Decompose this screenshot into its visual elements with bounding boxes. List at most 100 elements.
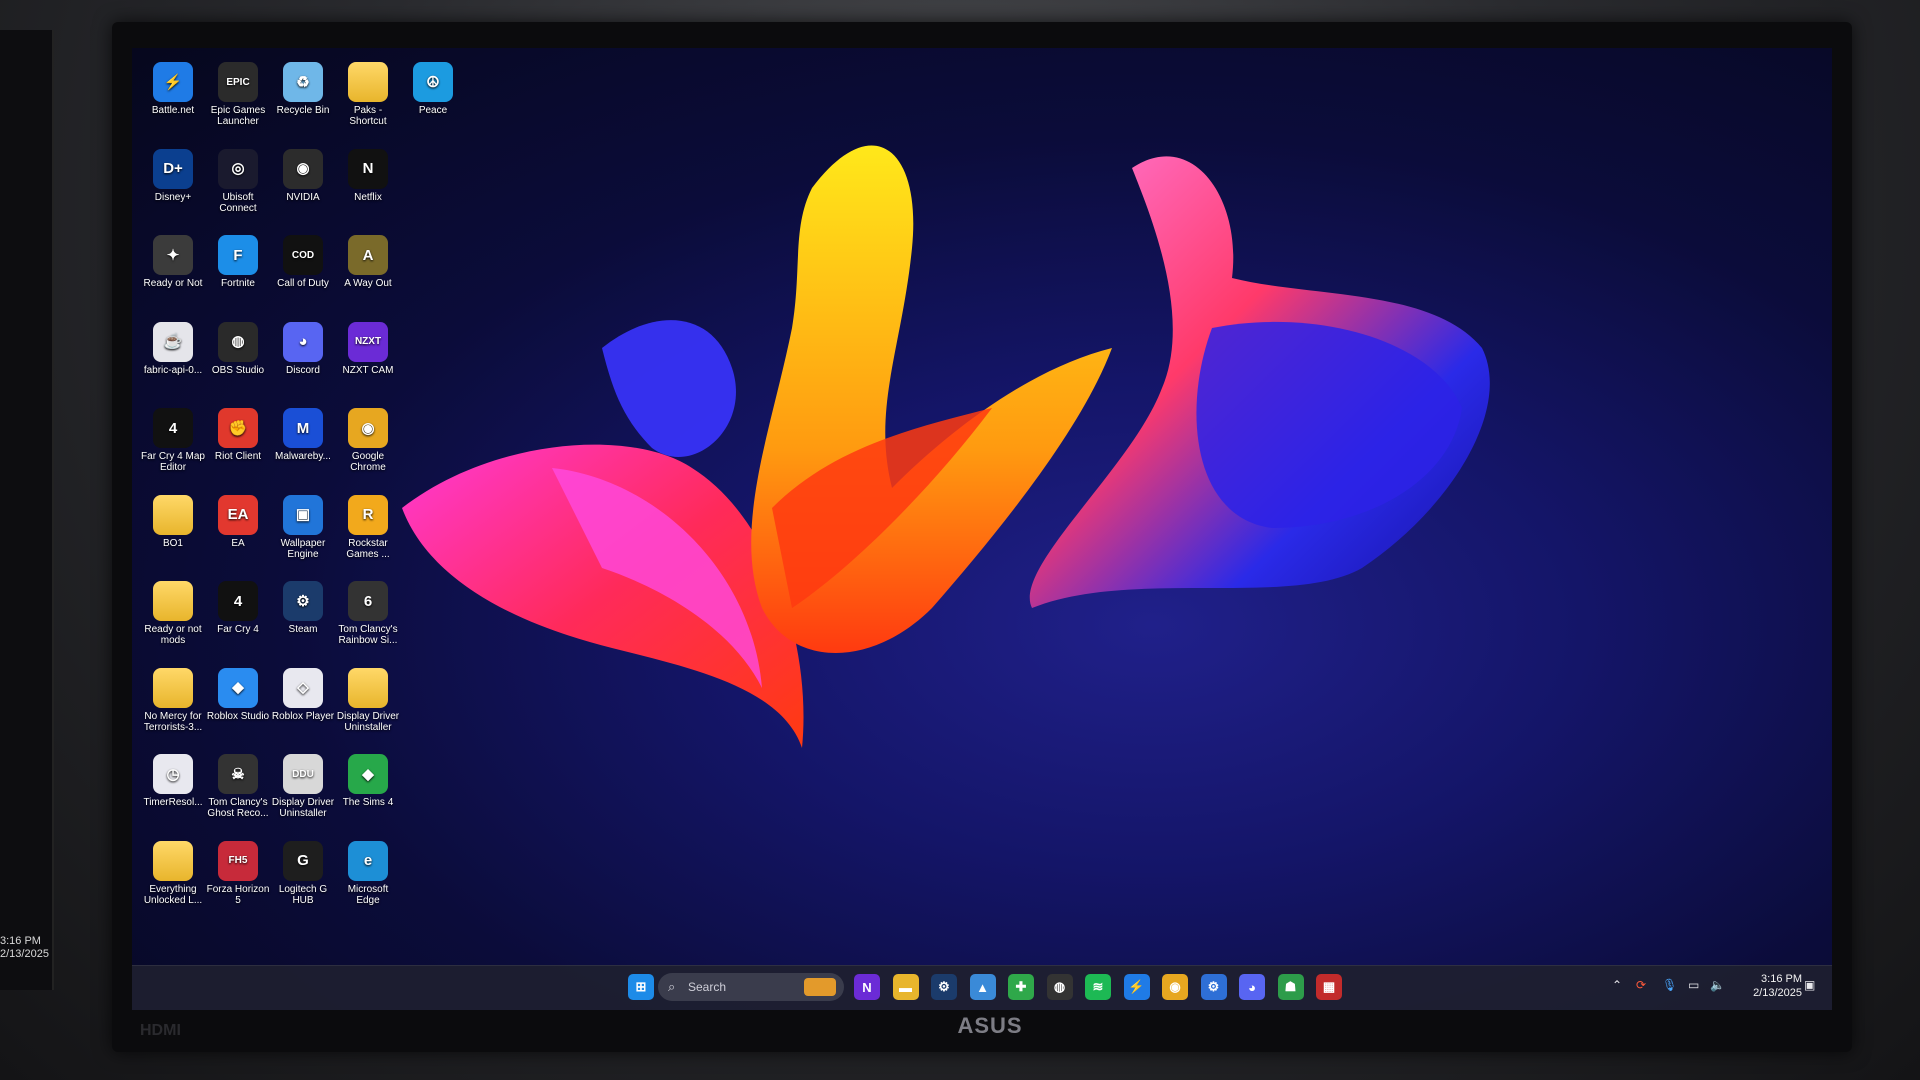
- desktop-icon[interactable]: e Microsoft Edge: [335, 840, 401, 906]
- desktop-icon[interactable]: R Rockstar Games ...: [335, 494, 401, 560]
- a-way-out-icon: A: [348, 235, 388, 275]
- desktop-icon[interactable]: ☠ Tom Clancy's Ghost Reco...: [205, 754, 271, 819]
- desktop-icon[interactable]: EA EA: [205, 494, 271, 549]
- desktop-icon[interactable]: 4 Far Cry 4: [205, 581, 271, 635]
- desktop-icon-label: Netflix: [354, 191, 382, 203]
- desktop-icon[interactable]: FH5 Forza Horizon 5: [205, 840, 271, 906]
- desktop-icon[interactable]: ◉ NVIDIA: [270, 148, 336, 203]
- desktop-icon-label: Everything Unlocked L...: [143, 883, 203, 906]
- obs-taskbar-icon[interactable]: ◍: [1046, 974, 1073, 1000]
- start-button[interactable]: ⊞: [628, 974, 654, 1000]
- desktop-icon[interactable]: 4 Far Cry 4 Map Editor: [140, 408, 206, 473]
- desktop-icon-label: NZXT CAM: [342, 364, 394, 376]
- desktop-icon[interactable]: ✊ Riot Client: [205, 408, 271, 462]
- desktop-icon[interactable]: ◉ Google Chrome: [335, 408, 401, 473]
- folder-icon: [348, 62, 388, 102]
- xbox-icon[interactable]: ✚: [1008, 974, 1034, 1000]
- desktop-icon[interactable]: Paks - Shortcut: [335, 62, 401, 127]
- desktop-icon-label: Recycle Bin: [276, 105, 330, 116]
- steam-taskbar-icon[interactable]: ⚙: [931, 974, 957, 1000]
- desktop-icon[interactable]: ◕ Discord: [270, 321, 336, 376]
- desktop-icon[interactable]: ◆ Roblox Studio: [205, 667, 271, 722]
- desktop-icon-label: Epic Games Launcher: [210, 105, 266, 127]
- network-icon[interactable]: ▭: [1688, 978, 1699, 992]
- app-taskbar-icon[interactable]: ▦: [1316, 974, 1342, 1000]
- nzxt-taskbar-icon[interactable]: N: [854, 974, 880, 1000]
- secondary-monitor-clock: 3:16 PM 2/13/2025: [0, 935, 49, 961]
- desktop-icon-label: Microsoft Edge: [347, 883, 389, 906]
- desktop-icon-label: Fortnite: [221, 278, 255, 289]
- desktop-icon[interactable]: Everything Unlocked L...: [140, 840, 206, 906]
- desktop-icon[interactable]: N Netflix: [335, 148, 401, 203]
- desktop-icon-label: Wallpaper Engine: [280, 537, 326, 560]
- desktop-icon-label: Riot Client: [214, 451, 262, 462]
- fortnite-icon: F: [218, 235, 258, 275]
- disney-plus-icon: D+: [153, 148, 193, 189]
- desktop-icon[interactable]: Display Driver Uninstaller: [335, 667, 401, 733]
- desktop-icon-label: Tom Clancy's Ghost Reco...: [207, 797, 269, 819]
- desktop-icon[interactable]: EPIC Epic Games Launcher: [205, 62, 271, 127]
- file-explorer-icon[interactable]: ▬: [892, 974, 919, 1000]
- desktop-icon-label: Paks - Shortcut: [349, 105, 387, 127]
- desktop-icon-label: BO1: [162, 537, 183, 549]
- battlenet-taskbar-icon[interactable]: ⚡: [1123, 974, 1150, 1000]
- desktop-icon[interactable]: ◷ TimerResol...: [140, 754, 206, 808]
- desktop-icon[interactable]: G Logitech G HUB: [270, 840, 336, 906]
- desktop-icon[interactable]: M Malwareby...: [270, 408, 336, 462]
- desktop-icon[interactable]: Ready or not mods: [140, 581, 206, 646]
- chrome-taskbar-icon[interactable]: ◉: [1162, 974, 1188, 1000]
- photos-icon[interactable]: ▲: [969, 974, 996, 1000]
- desktop-icon[interactable]: NZXT NZXT CAM: [335, 321, 401, 376]
- desktop-icon[interactable]: F Fortnite: [205, 235, 271, 289]
- desktop-icon-label: Google Chrome: [350, 451, 386, 473]
- desktop-icon[interactable]: ◎ Ubisoft Connect: [205, 148, 271, 214]
- taskbar-clock[interactable]: 3:16 PM 2/13/2025: [1753, 972, 1802, 1000]
- steam-icon: ⚙: [283, 581, 323, 621]
- desktop-icon[interactable]: ☕ fabric-api-0...: [140, 321, 206, 376]
- desktop-icon[interactable]: DDU Display Driver Uninstaller: [270, 754, 336, 819]
- desktop-icon-label: Forza Horizon 5: [206, 883, 270, 906]
- discord-taskbar-icon[interactable]: ◕: [1239, 974, 1265, 1000]
- sims-icon: ◆: [348, 754, 388, 794]
- desktop-icon[interactable]: ◇ Roblox Player: [270, 667, 336, 722]
- desktop-icon[interactable]: D+ Disney+: [140, 148, 206, 203]
- desktop-icon[interactable]: 6 Tom Clancy's Rainbow Si...: [335, 581, 401, 646]
- monitor-brand-logo: ASUS: [957, 1013, 1023, 1038]
- desktop-icon[interactable]: ♻ Recycle Bin: [270, 62, 336, 116]
- ready-or-not-icon: ✦: [153, 235, 193, 275]
- riot-icon: ✊: [218, 408, 258, 448]
- desktop-icon[interactable]: ⚡ Battle.net: [140, 62, 206, 116]
- desktop-icon[interactable]: ◆ The Sims 4: [335, 754, 401, 808]
- desktop-icon-label: Rockstar Games ...: [346, 537, 390, 560]
- desktop-icon[interactable]: BO1: [140, 494, 206, 549]
- desktop-icon[interactable]: ✦ Ready or Not: [140, 235, 206, 289]
- desktop-icon-label: Discord: [286, 364, 320, 376]
- desktop-icon-label: Roblox Studio: [206, 710, 270, 722]
- desktop-icon[interactable]: ◍ OBS Studio: [205, 321, 271, 376]
- clock-time: 3:16 PM: [1761, 973, 1802, 985]
- search-highlight-badge: [804, 978, 836, 996]
- desktop-icon[interactable]: ▣ Wallpaper Engine: [270, 494, 336, 560]
- folder-icon: [153, 494, 193, 535]
- desktop-icon[interactable]: ☮ Peace: [400, 62, 466, 116]
- desktop-icon[interactable]: ⚙ Steam: [270, 581, 336, 635]
- taskbar-search-box[interactable]: ⌕ Search: [658, 973, 844, 1001]
- desktop-screen[interactable]: ⚡ Battle.net EPIC Epic Games Launcher ♻ Recyc…: [132, 48, 1832, 1010]
- tray-app-icon[interactable]: ⟳: [1636, 978, 1646, 992]
- roblox-player-icon: ◇: [283, 667, 323, 708]
- microphone-icon[interactable]: 🎙: [1662, 978, 1677, 992]
- desktop-icon[interactable]: No Mercy for Terrorists-3...: [140, 667, 206, 733]
- settings-icon[interactable]: ⚙: [1200, 974, 1227, 1000]
- desktop-icon[interactable]: A A Way Out: [335, 235, 401, 289]
- desktop-icon-label: Ready or not mods: [144, 624, 202, 646]
- spotify-icon[interactable]: ≋: [1085, 974, 1111, 1000]
- volume-icon[interactable]: 🔈: [1710, 978, 1725, 992]
- desktop-icon-label: No Mercy for Terrorists-3...: [143, 710, 203, 733]
- rockstar-icon: R: [348, 494, 388, 535]
- ghost-taskbar-icon[interactable]: ☗: [1277, 974, 1304, 1000]
- desktop-icon[interactable]: COD Call of Duty: [270, 235, 336, 289]
- chrome-icon: ◉: [348, 408, 388, 448]
- recycle-bin-icon: ♻: [283, 62, 323, 102]
- show-hidden-icons-chevron-icon[interactable]: ⌃: [1612, 978, 1622, 992]
- notification-icon[interactable]: ▣: [1804, 978, 1815, 992]
